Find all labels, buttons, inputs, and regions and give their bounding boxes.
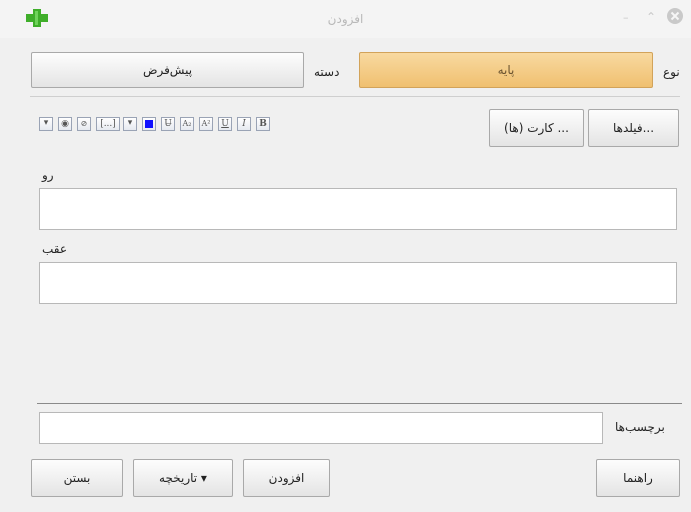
divider	[37, 403, 682, 404]
cards-button[interactable]: کارت (ها) ...	[489, 109, 584, 147]
tags-label: برچسب‌ها	[615, 420, 665, 434]
window-title: افزودن	[327, 12, 364, 26]
help-button[interactable]: راهنما	[596, 459, 680, 497]
front-field-label: رو	[42, 168, 54, 182]
more-menu-icon[interactable]: ▾	[39, 117, 53, 131]
divider	[30, 96, 680, 97]
close-icon[interactable]	[666, 7, 684, 25]
deck-button[interactable]: پیش‌فرض	[31, 52, 304, 88]
superscript-icon[interactable]: A²	[199, 117, 213, 131]
record-audio-icon[interactable]: ◉	[58, 117, 72, 131]
front-field-input[interactable]	[39, 188, 677, 230]
attach-icon[interactable]: ⊘	[77, 117, 91, 131]
close-button[interactable]: بستن	[31, 459, 123, 497]
history-button[interactable]: تاریخچه ▾	[133, 459, 233, 497]
text-color-swatch	[145, 120, 153, 128]
clear-format-icon[interactable]: U̶	[161, 117, 175, 131]
back-field-input[interactable]	[39, 262, 677, 304]
back-field-label: عقب	[42, 242, 68, 256]
color-dropdown-icon[interactable]: ▾	[123, 117, 137, 131]
maximize-icon[interactable]: ⌃	[646, 10, 656, 24]
underline-icon[interactable]: U	[218, 117, 232, 131]
fields-button[interactable]: فیلدها...	[588, 109, 679, 147]
deck-label: دسته	[314, 65, 340, 79]
tags-input[interactable]	[39, 412, 603, 444]
minimize-icon[interactable]: –	[623, 11, 629, 24]
note-type-button[interactable]: پایه	[359, 52, 653, 88]
italic-icon[interactable]: I	[237, 117, 251, 131]
subscript-icon[interactable]: A₂	[180, 117, 194, 131]
add-button[interactable]: افزودن	[243, 459, 330, 497]
cloze-icon[interactable]: [...]	[96, 117, 120, 131]
bold-icon[interactable]: B	[256, 117, 270, 131]
type-label: نوع	[663, 65, 680, 79]
text-color-icon[interactable]	[142, 117, 156, 131]
